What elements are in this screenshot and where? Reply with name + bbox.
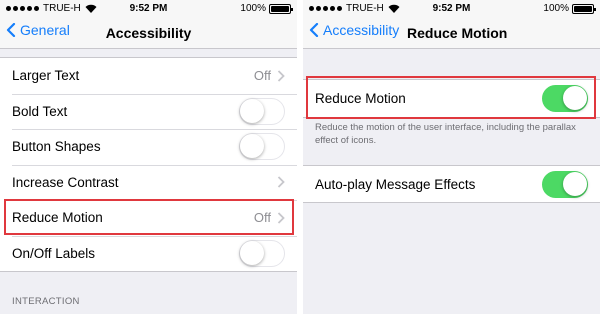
settings-list: Larger Text Off Bold Text Button Shapes … — [0, 57, 297, 272]
status-bar: TRUE-H 9:52 PM 100% — [303, 0, 600, 17]
row-on-off-labels: On/Off Labels — [0, 235, 297, 272]
autoplay-group: Auto-play Message Effects — [303, 165, 600, 203]
row-bold-text: Bold Text — [0, 93, 297, 130]
chevron-right-icon — [277, 176, 285, 188]
chevron-right-icon — [277, 70, 285, 82]
back-button[interactable]: Accessibility — [309, 22, 399, 38]
battery-percent: 100% — [543, 3, 569, 14]
row-larger-text[interactable]: Larger Text Off — [0, 58, 297, 94]
reduce-motion-group: Reduce Motion — [303, 79, 600, 118]
section-header-interaction: INTERACTION — [12, 296, 80, 307]
toggle-knob — [563, 86, 587, 110]
battery-percent: 100% — [240, 3, 266, 14]
battery-status: 100% — [240, 3, 293, 14]
bold-text-toggle[interactable] — [239, 97, 285, 125]
row-label: Bold Text — [12, 103, 68, 119]
row-label: Button Shapes — [12, 139, 101, 155]
row-label: On/Off Labels — [12, 245, 96, 261]
status-bar: TRUE-H 9:52 PM 100% — [0, 0, 297, 17]
accessibility-screen: TRUE-H 9:52 PM 100% General Accessibilit… — [0, 0, 297, 314]
back-chevron-icon — [309, 23, 319, 37]
row-label: Increase Contrast — [12, 174, 119, 190]
row-value: Off — [253, 68, 271, 84]
page-title: Reduce Motion — [407, 25, 508, 41]
toggle-knob — [240, 240, 264, 265]
navigation-bar: General Accessibility — [0, 17, 297, 49]
battery-icon — [269, 3, 293, 14]
page-title: Accessibility — [105, 25, 192, 41]
chevron-right-icon — [277, 212, 285, 224]
row-label: Larger Text — [12, 68, 80, 84]
row-label: Auto-play Message Effects — [315, 176, 476, 192]
row-autoplay-message-effects: Auto-play Message Effects — [303, 166, 600, 202]
reduce-motion-description: Reduce the motion of the user interface,… — [315, 122, 576, 146]
battery-status: 100% — [543, 3, 596, 14]
row-reduce-motion: Reduce Motion — [303, 80, 600, 117]
autoplay-message-effects-toggle[interactable] — [542, 170, 588, 198]
toggle-knob — [240, 98, 264, 123]
reduce-motion-toggle[interactable] — [542, 85, 588, 112]
back-button-label: Accessibility — [323, 22, 400, 38]
reduce-motion-screen: TRUE-H 9:52 PM 100% Accessibility Reduce… — [303, 0, 600, 314]
battery-icon — [572, 3, 596, 14]
toggle-knob — [563, 171, 587, 196]
row-increase-contrast[interactable]: Increase Contrast — [0, 164, 297, 201]
row-reduce-motion[interactable]: Reduce Motion Off — [0, 200, 297, 236]
button-shapes-toggle[interactable] — [239, 133, 285, 161]
on-off-labels-toggle[interactable] — [239, 239, 285, 267]
toggle-knob — [240, 134, 264, 159]
navigation-bar: Accessibility Reduce Motion — [303, 17, 600, 49]
row-value: Off — [253, 210, 271, 226]
row-label: Reduce Motion — [315, 91, 406, 106]
row-button-shapes: Button Shapes — [0, 129, 297, 165]
row-label: Reduce Motion — [12, 210, 103, 226]
